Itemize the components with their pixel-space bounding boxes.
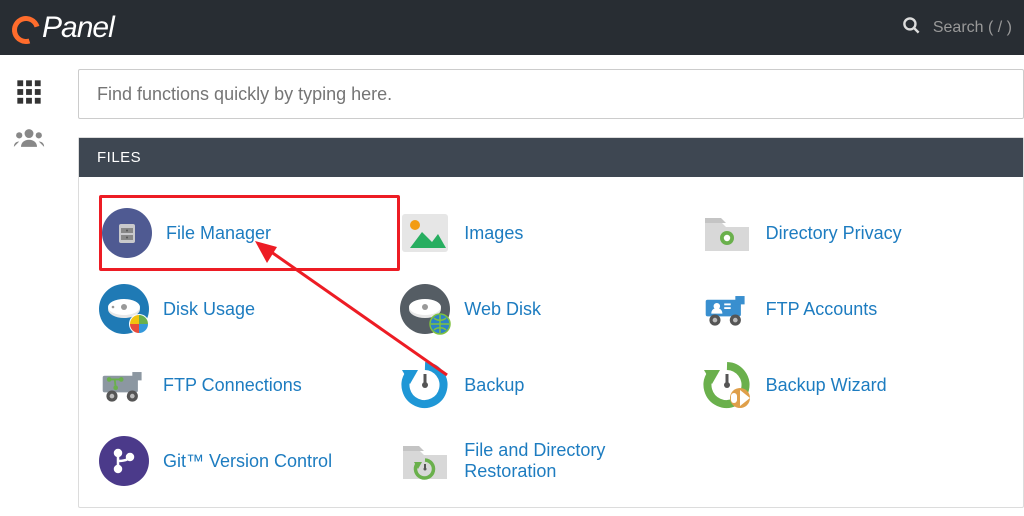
item-images[interactable]: Images [400, 195, 701, 271]
search-icon [902, 16, 921, 40]
item-label: FTP Accounts [766, 299, 878, 320]
item-label: Directory Privacy [766, 223, 902, 244]
search-placeholder: Search ( / ) [933, 19, 1012, 37]
item-label: File Manager [166, 223, 271, 244]
ftp-accounts-icon [702, 284, 752, 334]
item-disk-usage[interactable]: Disk Usage [99, 271, 400, 347]
cpanel-logo[interactable]: Panel [12, 11, 114, 45]
backup-icon [400, 360, 450, 410]
item-file-directory-restoration[interactable]: File and Directory Restoration [400, 423, 701, 499]
item-label: Backup [464, 375, 524, 396]
item-label: Web Disk [464, 299, 541, 320]
item-directory-privacy[interactable]: Directory Privacy [702, 195, 1003, 271]
file-manager-icon [102, 208, 152, 258]
sidebar-apps-icon[interactable] [0, 69, 58, 115]
backup-wizard-icon [702, 360, 752, 410]
sidebar-users-icon[interactable] [0, 115, 58, 161]
web-disk-icon [400, 284, 450, 334]
ftp-connections-icon [99, 360, 149, 410]
top-bar: Panel Search ( / ) [0, 0, 1024, 55]
git-icon [99, 436, 149, 486]
main-content: FILES File Manager [58, 55, 1024, 508]
files-panel: FILES File Manager [78, 137, 1024, 508]
item-label: Git™ Version Control [163, 451, 332, 472]
item-git-version-control[interactable]: Git™ Version Control [99, 423, 400, 499]
left-sidebar [0, 55, 58, 508]
item-file-manager[interactable]: File Manager [99, 195, 400, 271]
item-label: Backup Wizard [766, 375, 887, 396]
item-backup[interactable]: Backup [400, 347, 701, 423]
file-directory-restoration-icon [400, 436, 450, 486]
item-label: FTP Connections [163, 375, 302, 396]
disk-usage-icon [99, 284, 149, 334]
item-label: Images [464, 223, 523, 244]
item-web-disk[interactable]: Web Disk [400, 271, 701, 347]
panel-title: FILES [79, 138, 1023, 177]
directory-privacy-icon [702, 208, 752, 258]
item-ftp-accounts[interactable]: FTP Accounts [702, 271, 1003, 347]
quick-search-input[interactable] [78, 69, 1024, 119]
header-search[interactable]: Search ( / ) [902, 16, 1012, 40]
logo-text: Panel [42, 11, 114, 45]
item-label: File and Directory Restoration [464, 440, 701, 482]
item-ftp-connections[interactable]: FTP Connections [99, 347, 400, 423]
images-icon [400, 208, 450, 258]
item-backup-wizard[interactable]: Backup Wizard [702, 347, 1003, 423]
logo-c-icon [7, 11, 45, 49]
item-label: Disk Usage [163, 299, 255, 320]
